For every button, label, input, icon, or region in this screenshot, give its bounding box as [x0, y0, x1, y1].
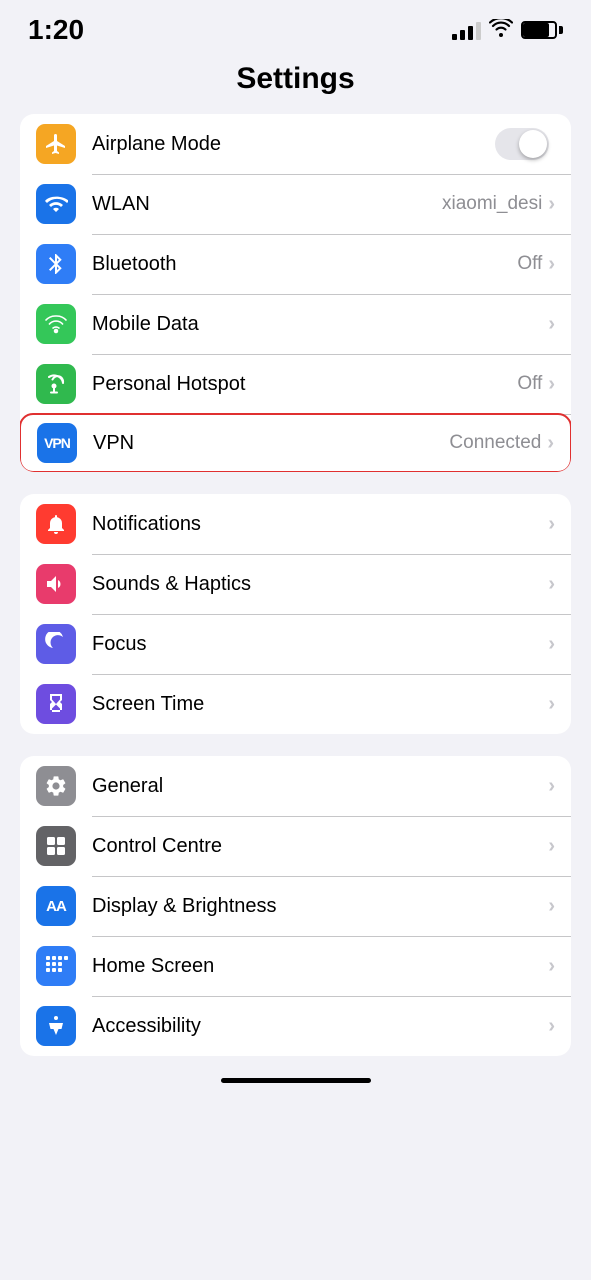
- vpn-value: Connected: [449, 432, 541, 454]
- general-row[interactable]: General ›: [20, 756, 571, 816]
- personal-hotspot-chevron: ›: [548, 373, 555, 396]
- connectivity-group: Airplane Mode WLAN xiaomi_desi › Bluetoo…: [20, 114, 571, 472]
- vpn-chevron: ›: [547, 432, 554, 455]
- bluetooth-row[interactable]: Bluetooth Off ›: [20, 234, 571, 294]
- bluetooth-icon: [36, 244, 76, 284]
- control-centre-icon: [36, 826, 76, 866]
- airplane-mode-icon: [36, 124, 76, 164]
- general-chevron: ›: [548, 775, 555, 798]
- sounds-haptics-row[interactable]: Sounds & Haptics ›: [20, 554, 571, 614]
- general-icon: [36, 766, 76, 806]
- sounds-haptics-chevron: ›: [548, 573, 555, 596]
- status-time: 1:20: [28, 14, 84, 46]
- wlan-row[interactable]: WLAN xiaomi_desi ›: [20, 174, 571, 234]
- wlan-icon: [36, 184, 76, 224]
- bluetooth-label: Bluetooth: [92, 253, 517, 276]
- screen-time-icon: [36, 684, 76, 724]
- control-centre-label: Control Centre: [92, 835, 548, 858]
- focus-row[interactable]: Focus ›: [20, 614, 571, 674]
- accessibility-label: Accessibility: [92, 1015, 548, 1038]
- screen-time-chevron: ›: [548, 693, 555, 716]
- personal-hotspot-value: Off: [517, 373, 542, 395]
- vpn-label: VPN: [93, 432, 449, 455]
- airplane-mode-label: Airplane Mode: [92, 133, 495, 156]
- screen-time-label: Screen Time: [92, 693, 548, 716]
- accessibility-row[interactable]: Accessibility ›: [20, 996, 571, 1056]
- wlan-value: xiaomi_desi: [442, 193, 542, 215]
- home-indicator: [221, 1078, 371, 1083]
- personal-hotspot-row[interactable]: Personal Hotspot Off ›: [20, 354, 571, 414]
- mobile-data-icon: [36, 304, 76, 344]
- wifi-status-icon: [489, 17, 513, 43]
- notifications-row[interactable]: Notifications ›: [20, 494, 571, 554]
- general-group: General › Control Centre › AA Display & …: [20, 756, 571, 1056]
- mobile-data-chevron: ›: [548, 313, 555, 336]
- personal-hotspot-icon: [36, 364, 76, 404]
- focus-chevron: ›: [548, 633, 555, 656]
- screen-time-row[interactable]: Screen Time ›: [20, 674, 571, 734]
- personal-hotspot-label: Personal Hotspot: [92, 373, 517, 396]
- control-centre-chevron: ›: [548, 835, 555, 858]
- battery-icon: [521, 21, 563, 39]
- sounds-haptics-icon: [36, 564, 76, 604]
- sounds-haptics-label: Sounds & Haptics: [92, 573, 548, 596]
- display-brightness-chevron: ›: [548, 895, 555, 918]
- status-icons: [452, 17, 563, 43]
- display-brightness-label: Display & Brightness: [92, 895, 548, 918]
- notifications-group: Notifications › Sounds & Haptics › Focus…: [20, 494, 571, 734]
- home-screen-chevron: ›: [548, 955, 555, 978]
- accessibility-chevron: ›: [548, 1015, 555, 1038]
- signal-icon: [452, 20, 481, 40]
- vpn-icon: VPN: [37, 423, 77, 463]
- home-screen-row[interactable]: Home Screen ›: [20, 936, 571, 996]
- mobile-data-label: Mobile Data: [92, 313, 548, 336]
- general-label: General: [92, 775, 548, 798]
- status-bar: 1:20: [0, 0, 591, 52]
- wlan-chevron: ›: [548, 193, 555, 216]
- airplane-mode-row[interactable]: Airplane Mode: [20, 114, 571, 174]
- bluetooth-value: Off: [517, 253, 542, 275]
- accessibility-icon: [36, 1006, 76, 1046]
- notifications-chevron: ›: [548, 513, 555, 536]
- display-brightness-row[interactable]: AA Display & Brightness ›: [20, 876, 571, 936]
- home-screen-icon: [36, 946, 76, 986]
- mobile-data-row[interactable]: Mobile Data ›: [20, 294, 571, 354]
- home-screen-label: Home Screen: [92, 955, 548, 978]
- focus-label: Focus: [92, 633, 548, 656]
- notifications-label: Notifications: [92, 513, 548, 536]
- airplane-mode-toggle[interactable]: [495, 128, 549, 160]
- focus-icon: [36, 624, 76, 664]
- display-brightness-icon: AA: [36, 886, 76, 926]
- notifications-icon: [36, 504, 76, 544]
- bluetooth-chevron: ›: [548, 253, 555, 276]
- wlan-label: WLAN: [92, 193, 442, 216]
- control-centre-row[interactable]: Control Centre ›: [20, 816, 571, 876]
- page-title: Settings: [0, 52, 591, 114]
- vpn-row[interactable]: VPN VPN Connected ›: [20, 413, 571, 472]
